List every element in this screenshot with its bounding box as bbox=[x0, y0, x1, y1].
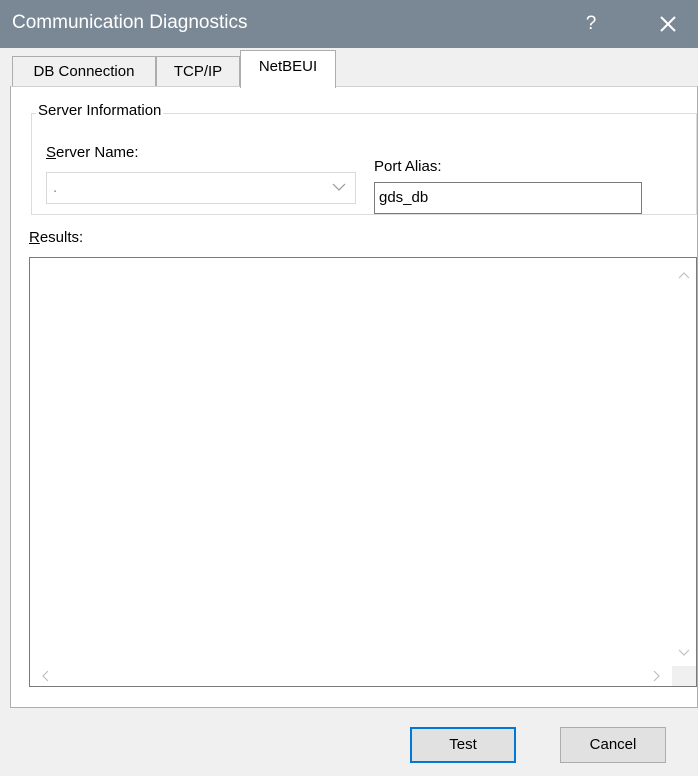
chevron-down-icon[interactable] bbox=[331, 179, 347, 195]
tab-netbeui[interactable]: NetBEUI bbox=[240, 50, 336, 88]
help-button[interactable]: ? bbox=[576, 8, 606, 40]
close-icon[interactable] bbox=[650, 6, 686, 42]
group-legend: Server Information bbox=[36, 102, 164, 119]
cancel-button[interactable]: Cancel bbox=[560, 727, 666, 763]
server-name-combobox[interactable]: . bbox=[46, 172, 356, 204]
title-bar: Communication Diagnostics ? bbox=[0, 0, 698, 48]
test-button[interactable]: Test bbox=[410, 727, 516, 763]
tab-tcp-ip[interactable]: TCP/IP bbox=[156, 56, 240, 88]
server-name-value: . bbox=[53, 179, 58, 196]
scrollbar-corner bbox=[672, 666, 696, 686]
port-alias-label: Port Alias: bbox=[374, 158, 442, 175]
port-alias-input[interactable]: gds_db bbox=[374, 182, 642, 214]
tab-panel: Server Information Server Name: . Port A… bbox=[10, 86, 698, 708]
horizontal-scrollbar[interactable] bbox=[30, 666, 672, 686]
results-label: Results: bbox=[29, 229, 84, 246]
scroll-left-icon[interactable] bbox=[38, 668, 54, 684]
scroll-down-icon[interactable] bbox=[676, 644, 692, 660]
vertical-scrollbar[interactable] bbox=[672, 258, 696, 666]
window-title: Communication Diagnostics bbox=[12, 12, 248, 33]
scroll-right-icon[interactable] bbox=[648, 668, 664, 684]
server-information-group: Server Information Server Name: . Port A… bbox=[31, 102, 697, 215]
tab-strip: DB Connection TCP/IP NetBEUI bbox=[0, 48, 698, 88]
scroll-up-icon[interactable] bbox=[676, 268, 692, 284]
results-textarea[interactable] bbox=[29, 257, 697, 687]
tab-db-connection[interactable]: DB Connection bbox=[12, 56, 156, 88]
server-name-label: Server Name: bbox=[46, 144, 139, 161]
